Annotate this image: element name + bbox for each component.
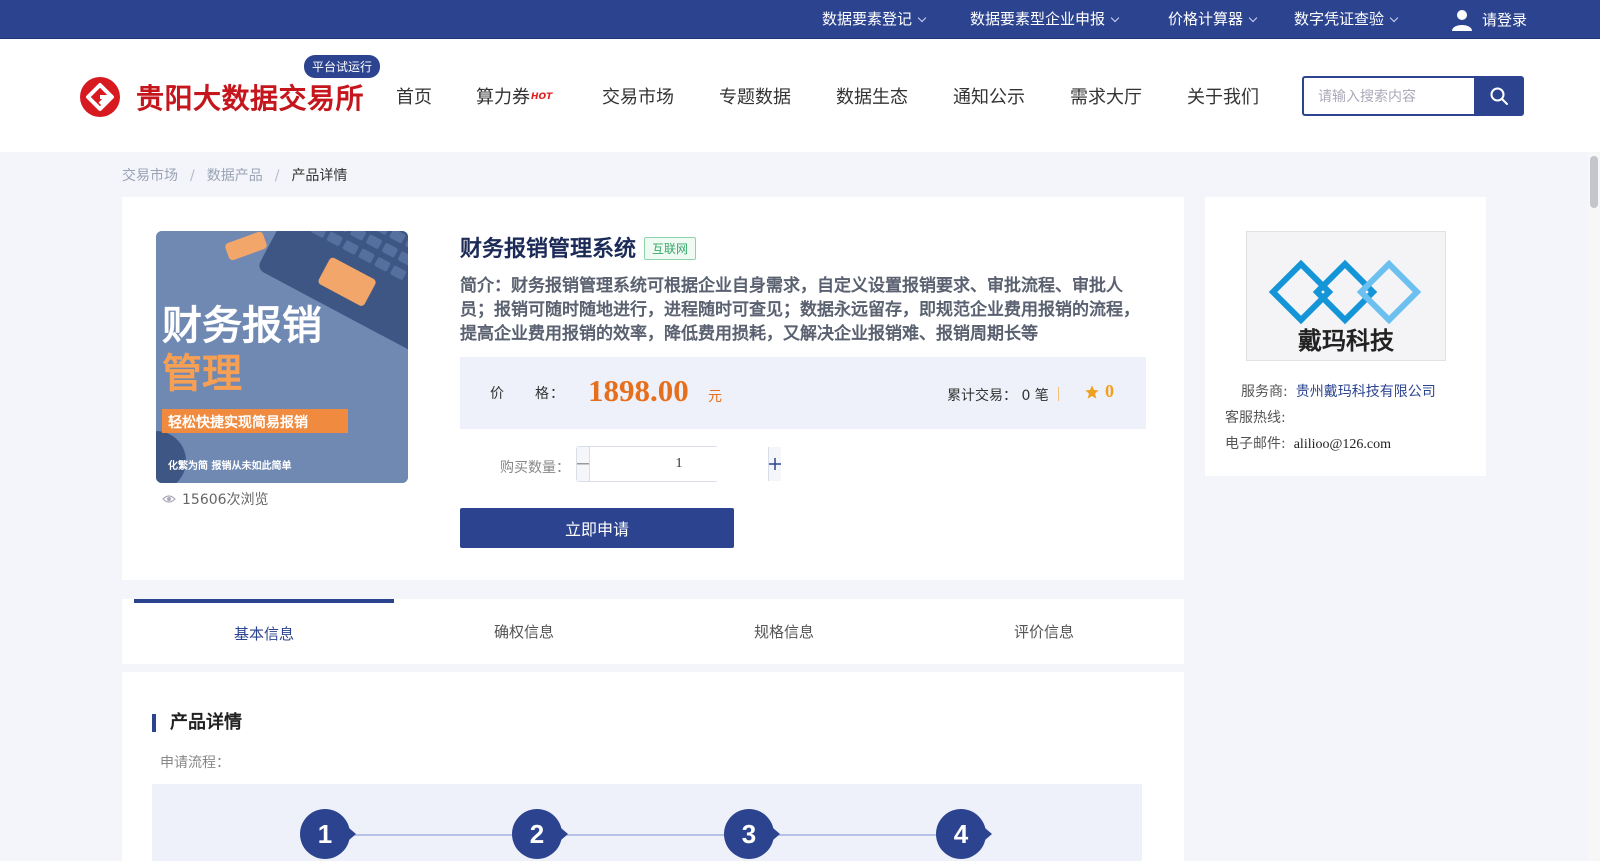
topbar-item-label: 数据要素型企业申报 bbox=[970, 10, 1106, 28]
login-button[interactable]: 请登录 bbox=[1450, 0, 1527, 39]
nav-item-ecosystem[interactable]: 数据生态 bbox=[836, 83, 908, 109]
price-label: 价 格： bbox=[490, 386, 565, 402]
beta-badge: 平台试运行 bbox=[304, 55, 381, 78]
flow-step-3: 3 bbox=[724, 809, 780, 859]
flow-label: 申请流程： bbox=[160, 755, 230, 771]
rating-value: 0 bbox=[1105, 381, 1114, 401]
chevron-down-icon bbox=[1389, 13, 1399, 23]
provider-label: 服务商: bbox=[1241, 384, 1288, 400]
product-card: 财务报销 管理 轻松快捷实现简易报销 化繁为简 报销从未如此简单 15606次浏… bbox=[122, 197, 1184, 580]
search-box bbox=[1302, 76, 1524, 116]
decrease-quantity-button[interactable] bbox=[577, 447, 590, 481]
breadcrumb: 交易市场 / 数据产品 / 产品详情 bbox=[122, 165, 359, 185]
breadcrumb-data-products[interactable]: 数据产品 bbox=[207, 168, 263, 184]
view-count: 15606次浏览 bbox=[162, 489, 269, 509]
search-button[interactable] bbox=[1474, 76, 1524, 116]
tab-ownership-info[interactable]: 确权信息 bbox=[394, 599, 654, 664]
quantity-label: 购买数量： bbox=[500, 460, 570, 476]
provider-card: 戴玛科技 服务商: 贵州戴玛科技有限公司 客服热线: 电子邮件: alilioo@1… bbox=[1205, 197, 1486, 476]
provider-row: 服务商: 贵州戴玛科技有限公司 bbox=[1241, 381, 1436, 401]
hot-badge: HOT bbox=[531, 92, 553, 102]
breadcrumb-current: 产品详情 bbox=[291, 168, 348, 184]
product-cover-image: 财务报销 管理 轻松快捷实现简易报销 化繁为简 报销从未如此简单 bbox=[156, 231, 408, 483]
site-name[interactable]: 贵阳大数据交易所 bbox=[136, 77, 364, 117]
price-panel: 价 格： 1898.00 元 累计交易： 0 笔 0 bbox=[460, 357, 1146, 429]
chevron-down-icon bbox=[1110, 13, 1120, 23]
cover-title-text: 财务报销 bbox=[162, 303, 322, 349]
product-tabs: 基本信息 确权信息 规格信息 评价信息 bbox=[122, 599, 1184, 664]
section-title: 产品详情 bbox=[152, 714, 242, 732]
scrollbar-thumb[interactable] bbox=[1590, 156, 1598, 208]
topbar-item-label: 数字凭证查验 bbox=[1294, 10, 1385, 28]
breadcrumb-market[interactable]: 交易市场 bbox=[122, 168, 178, 184]
tab-spec-info[interactable]: 规格信息 bbox=[654, 599, 914, 664]
chevron-down-icon bbox=[917, 13, 927, 23]
email-row: 电子邮件: alilioo@126.com bbox=[1225, 433, 1391, 453]
view-count-text: 15606次浏览 bbox=[182, 492, 269, 508]
hotline-row: 客服热线: bbox=[1225, 407, 1294, 427]
apply-now-button[interactable]: 立即申请 bbox=[460, 508, 734, 548]
topbar-item-label: 数据要素登记 bbox=[822, 10, 913, 28]
product-title: 财务报销管理系统 bbox=[460, 237, 637, 262]
nav-item-demand-hall[interactable]: 需求大厅 bbox=[1070, 83, 1142, 109]
quantity-input[interactable] bbox=[590, 447, 768, 481]
tab-basic-info[interactable]: 基本信息 bbox=[134, 599, 394, 664]
transaction-value: 0 笔 bbox=[1021, 388, 1049, 404]
nav-item-notices[interactable]: 通知公示 bbox=[953, 83, 1025, 109]
breadcrumb-separator: / bbox=[190, 168, 195, 184]
transaction-count: 累计交易： 0 笔 bbox=[947, 385, 1049, 405]
breadcrumb-separator: / bbox=[274, 168, 280, 184]
topbar-item-price-calculator[interactable]: 价格计算器 bbox=[1168, 0, 1258, 39]
nav-item-market[interactable]: 交易市场 bbox=[602, 83, 674, 109]
price-unit: 元 bbox=[708, 389, 722, 405]
divider bbox=[1058, 387, 1059, 401]
flow-step-2: 2 bbox=[512, 809, 568, 859]
cover-subtitle-text: 管理 bbox=[162, 351, 242, 397]
email-label: 电子邮件: bbox=[1225, 436, 1286, 452]
topbar-item-label: 价格计算器 bbox=[1168, 10, 1244, 28]
exchange-logo-icon[interactable] bbox=[80, 77, 120, 117]
nav-item-topic-data[interactable]: 专题数据 bbox=[719, 83, 791, 109]
hotline-label: 客服热线: bbox=[1225, 410, 1286, 426]
provider-logo-text: 戴玛科技 bbox=[1298, 327, 1395, 355]
rating: 0 bbox=[1084, 381, 1114, 402]
nav-item-compute-voucher[interactable]: 算力券 bbox=[476, 83, 530, 109]
product-cover-illustration: 财务报销 管理 轻松快捷实现简易报销 化繁为简 报销从未如此简单 bbox=[156, 231, 408, 483]
cover-banner-text: 轻松快捷实现简易报销 bbox=[168, 414, 308, 431]
topbar-item-certificate-check[interactable]: 数字凭证查验 bbox=[1294, 0, 1399, 39]
main-header: 贵阳大数据交易所 平台试运行 首页 算力券 HOT 交易市场 专题数据 数据生态… bbox=[0, 39, 1600, 152]
flow-step-4: 4 bbox=[936, 809, 992, 859]
eye-icon bbox=[162, 495, 176, 503]
price-value: 1898.00 bbox=[588, 373, 689, 408]
search-input[interactable] bbox=[1304, 78, 1474, 114]
flow-step-1: 1 bbox=[300, 809, 356, 859]
nav-item-home[interactable]: 首页 bbox=[396, 83, 432, 109]
top-utility-bar: 数据要素登记 数据要素型企业申报 价格计算器 数字凭证查验 请登录 bbox=[0, 0, 1600, 39]
provider-logo-graphic: 戴玛科技 bbox=[1268, 259, 1422, 355]
transaction-label: 累计交易： bbox=[947, 388, 1017, 404]
cover-footer-text: 化繁为简 报销从未如此简单 bbox=[168, 459, 291, 472]
user-icon bbox=[1452, 9, 1472, 31]
topbar-item-data-registration[interactable]: 数据要素登记 bbox=[822, 0, 927, 39]
provider-logo: 戴玛科技 bbox=[1246, 231, 1446, 361]
tab-review-info[interactable]: 评价信息 bbox=[914, 599, 1174, 664]
flow-connector bbox=[349, 834, 969, 836]
star-icon bbox=[1085, 384, 1099, 399]
search-icon bbox=[1490, 87, 1508, 105]
page-scrollbar[interactable] bbox=[1588, 152, 1600, 861]
increase-quantity-button[interactable] bbox=[768, 447, 781, 481]
login-label: 请登录 bbox=[1482, 11, 1528, 29]
nav-item-about[interactable]: 关于我们 bbox=[1187, 83, 1259, 109]
quantity-stepper bbox=[576, 446, 781, 482]
category-tag: 互联网 bbox=[644, 237, 697, 260]
plus-icon bbox=[769, 458, 781, 470]
email-value: alilioo@126.com bbox=[1293, 437, 1391, 452]
topbar-item-enterprise-declaration[interactable]: 数据要素型企业申报 bbox=[970, 0, 1120, 39]
product-intro: 简介：财务报销管理系统可根据企业自身需求，自定义设置报销要求、审批流程、审批人员… bbox=[460, 276, 1140, 344]
product-details-section: 产品详情 申请流程： 1 2 3 4 bbox=[122, 672, 1184, 861]
minus-icon bbox=[577, 463, 589, 465]
application-flow: 1 2 3 4 bbox=[152, 784, 1142, 861]
chevron-down-icon bbox=[1248, 13, 1258, 23]
provider-name-link[interactable]: 贵州戴玛科技有限公司 bbox=[1296, 384, 1436, 400]
